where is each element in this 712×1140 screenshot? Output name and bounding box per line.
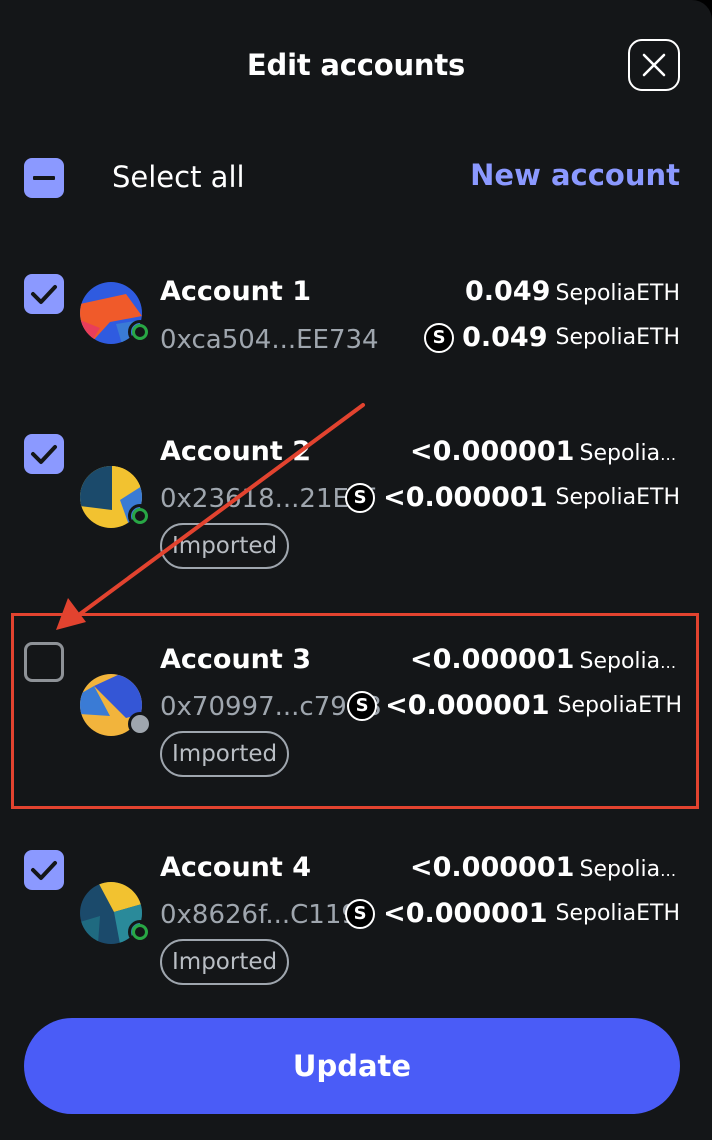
token-icon: S (345, 898, 376, 929)
token-icon: S (345, 482, 376, 513)
modal-title: Edit accounts (246, 48, 466, 82)
account-name: Account 4 (160, 852, 311, 883)
account-checkbox[interactable] (24, 850, 64, 890)
close-icon (642, 53, 666, 77)
edit-accounts-modal: Edit accounts Select all New account Acc… (0, 0, 712, 1140)
account-address: 0xca504...EE734 (160, 325, 379, 355)
account-token-balance: S 0.049 SepoliaETH (424, 322, 680, 353)
checkmark-icon (31, 445, 57, 464)
connected-status-dot (128, 504, 152, 528)
update-button[interactable]: Update (24, 1018, 680, 1114)
close-button[interactable] (628, 39, 680, 91)
account-address: 0x23618...21E8f (160, 484, 375, 514)
account-checkbox[interactable] (24, 274, 64, 314)
connected-status-dot (128, 320, 152, 344)
checkmark-icon (31, 285, 57, 304)
account-address: 0x8626f...C1199 (160, 900, 375, 930)
token-icon: S (424, 322, 455, 353)
account-balance: <0.000001 Sepolia... (410, 852, 680, 883)
select-all-checkbox[interactable] (24, 158, 64, 198)
account-token-balance: S <0.000001 SepoliaETH (345, 482, 680, 513)
connected-status-dot (128, 920, 152, 944)
checkmark-icon (31, 861, 57, 880)
account-name: Account 1 (160, 276, 311, 307)
account-balance: <0.000001 Sepolia... (410, 436, 680, 467)
account-balance: 0.049 SepoliaETH (464, 276, 680, 307)
new-account-button[interactable]: New account (470, 158, 680, 192)
imported-badge: Imported (160, 939, 290, 985)
highlight-box (11, 613, 699, 809)
account-token-balance: S <0.000001 SepoliaETH (345, 898, 680, 929)
account-name: Account 2 (160, 436, 311, 467)
imported-badge: Imported (160, 523, 290, 569)
select-all-label: Select all (112, 160, 245, 194)
minus-icon (33, 176, 55, 180)
account-checkbox[interactable] (24, 434, 64, 474)
